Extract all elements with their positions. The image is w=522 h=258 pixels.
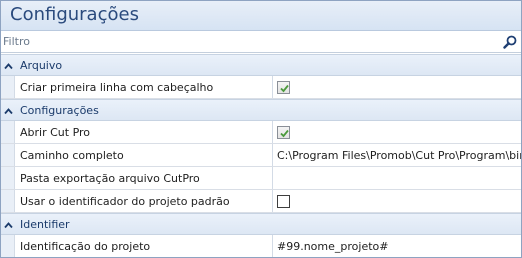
property-name: Identificação do projeto <box>20 240 151 253</box>
row-gutter <box>1 190 15 212</box>
category-label: Arquivo <box>20 59 63 72</box>
property-name: Caminho completo <box>20 149 124 162</box>
panel-header: Configurações <box>1 1 521 31</box>
chevron-up-icon[interactable] <box>4 220 13 229</box>
filter-bar <box>1 31 521 53</box>
property-grid: Arquivo Criar primeira linha com cabeçalh… <box>1 54 521 257</box>
property-value[interactable]: #99.nome_projeto# <box>277 240 388 253</box>
row-gutter <box>1 235 15 257</box>
property-row[interactable]: Caminho completo C:\Program Files\Promob\… <box>1 144 521 167</box>
column-divider <box>272 190 273 212</box>
search-icon[interactable] <box>501 33 519 50</box>
property-name: Usar o identificador do projeto padrão <box>20 195 230 208</box>
property-row[interactable]: Pasta exportação arquivo CutPro <box>1 167 521 190</box>
row-gutter <box>1 167 15 189</box>
property-row[interactable]: Identificação do projeto #99.nome_projeto… <box>1 235 521 257</box>
panel-title: Configurações <box>10 4 139 25</box>
row-gutter <box>1 121 15 143</box>
category-arquivo[interactable]: Arquivo <box>1 54 521 76</box>
column-divider <box>272 235 273 257</box>
row-gutter <box>1 144 15 166</box>
category-label: Identifier <box>20 218 70 231</box>
property-checkbox[interactable] <box>277 195 290 208</box>
property-name: Abrir Cut Pro <box>20 126 91 139</box>
chevron-up-icon[interactable] <box>4 106 13 115</box>
filter-input[interactable] <box>3 33 493 50</box>
property-checkbox[interactable] <box>277 126 290 139</box>
property-row[interactable]: Criar primeira linha com cabeçalho <box>1 76 521 99</box>
property-value[interactable]: C:\Program Files\Promob\Cut Pro\Program\… <box>277 149 521 162</box>
category-label: Configurações <box>20 104 99 117</box>
property-name: Pasta exportação arquivo CutPro <box>20 172 200 185</box>
properties-panel: Configurações Arquivo Criar primeira linh… <box>0 0 522 258</box>
column-divider <box>272 144 273 166</box>
column-divider <box>272 121 273 143</box>
property-row[interactable]: Usar o identificador do projeto padrão <box>1 190 521 213</box>
property-name: Criar primeira linha com cabeçalho <box>20 81 214 94</box>
column-divider <box>272 76 273 98</box>
chevron-up-icon[interactable] <box>4 61 13 70</box>
category-configura-es[interactable]: Configurações <box>1 99 521 121</box>
column-divider <box>272 167 273 189</box>
property-checkbox[interactable] <box>277 81 290 94</box>
row-gutter <box>1 76 15 98</box>
category-identifier[interactable]: Identifier <box>1 213 521 235</box>
property-row[interactable]: Abrir Cut Pro <box>1 121 521 144</box>
